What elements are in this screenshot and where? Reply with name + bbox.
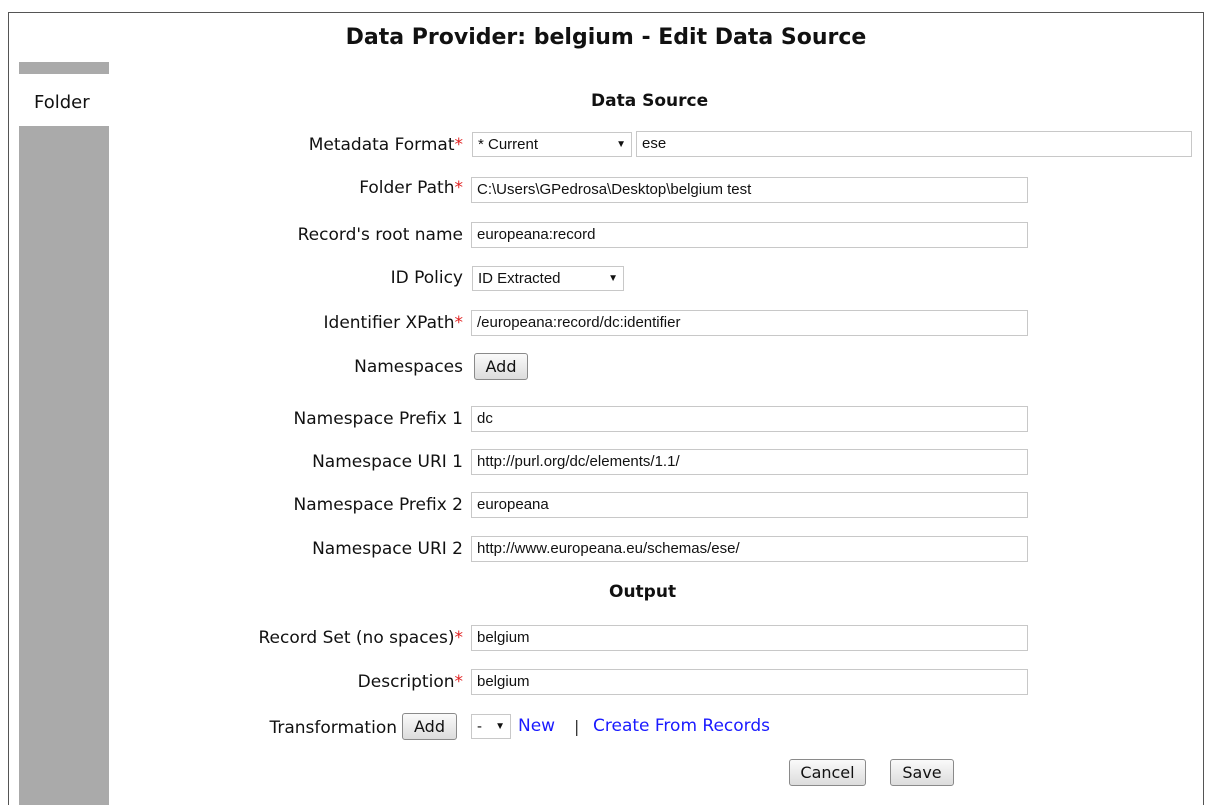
section-title-output: Output — [609, 582, 677, 602]
folder-path-field[interactable]: C:\Users\GPedrosa\Desktop\belgium test — [471, 177, 1028, 203]
new-transformation-link[interactable]: New — [518, 716, 555, 736]
id-policy-select[interactable]: ID Extracted ▼ — [472, 266, 624, 291]
id-policy-label: ID Policy — [390, 268, 463, 288]
add-transformation-button[interactable]: Add — [402, 713, 457, 740]
namespace-uri-1-label: Namespace URI 1 — [312, 452, 463, 472]
metadata-format-label: Metadata Format* — [308, 135, 463, 155]
record-set-label: Record Set (no spaces)* — [258, 628, 463, 648]
description-field[interactable]: belgium — [471, 669, 1028, 695]
namespace-prefix-2-field[interactable]: europeana — [471, 492, 1028, 518]
metadata-format-select[interactable]: * Current ▼ — [472, 132, 632, 157]
namespace-prefix-2-label: Namespace Prefix 2 — [293, 495, 463, 515]
chevron-down-icon: ▼ — [495, 721, 505, 732]
window-title: Data Provider: belgium - Edit Data Sourc… — [345, 25, 867, 50]
chevron-down-icon: ▼ — [616, 139, 626, 150]
record-root-field[interactable]: europeana:record — [471, 222, 1028, 248]
folder-path-label: Folder Path* — [359, 178, 463, 198]
create-from-records-link[interactable]: Create From Records — [593, 716, 770, 736]
namespace-uri-1-field[interactable]: http://purl.org/dc/elements/1.1/ — [471, 449, 1028, 475]
record-set-field[interactable]: belgium — [471, 625, 1028, 651]
description-label: Description* — [357, 672, 463, 692]
cancel-button[interactable]: Cancel — [789, 759, 866, 786]
chevron-down-icon: ▼ — [608, 273, 618, 284]
namespace-prefix-1-field[interactable]: dc — [471, 406, 1028, 432]
namespace-uri-2-field[interactable]: http://www.europeana.eu/schemas/ese/ — [471, 536, 1028, 562]
link-separator: | — [574, 717, 580, 736]
tab-folder[interactable]: Folder — [19, 74, 110, 126]
record-root-label: Record's root name — [297, 225, 463, 245]
add-namespace-button[interactable]: Add — [474, 353, 528, 380]
namespaces-label: Namespaces — [354, 357, 463, 377]
section-title-data-source: Data Source — [591, 91, 709, 111]
namespace-uri-2-label: Namespace URI 2 — [312, 539, 463, 559]
transformation-select[interactable]: - ▼ — [471, 714, 511, 739]
identifier-xpath-field[interactable]: /europeana:record/dc:identifier — [471, 310, 1028, 336]
sidebar — [19, 62, 109, 805]
metadata-format-field[interactable]: ese — [636, 131, 1192, 157]
save-button[interactable]: Save — [890, 759, 954, 786]
transformation-label: Transformation — [269, 718, 397, 738]
identifier-xpath-label: Identifier XPath* — [323, 313, 463, 333]
namespace-prefix-1-label: Namespace Prefix 1 — [293, 409, 463, 429]
